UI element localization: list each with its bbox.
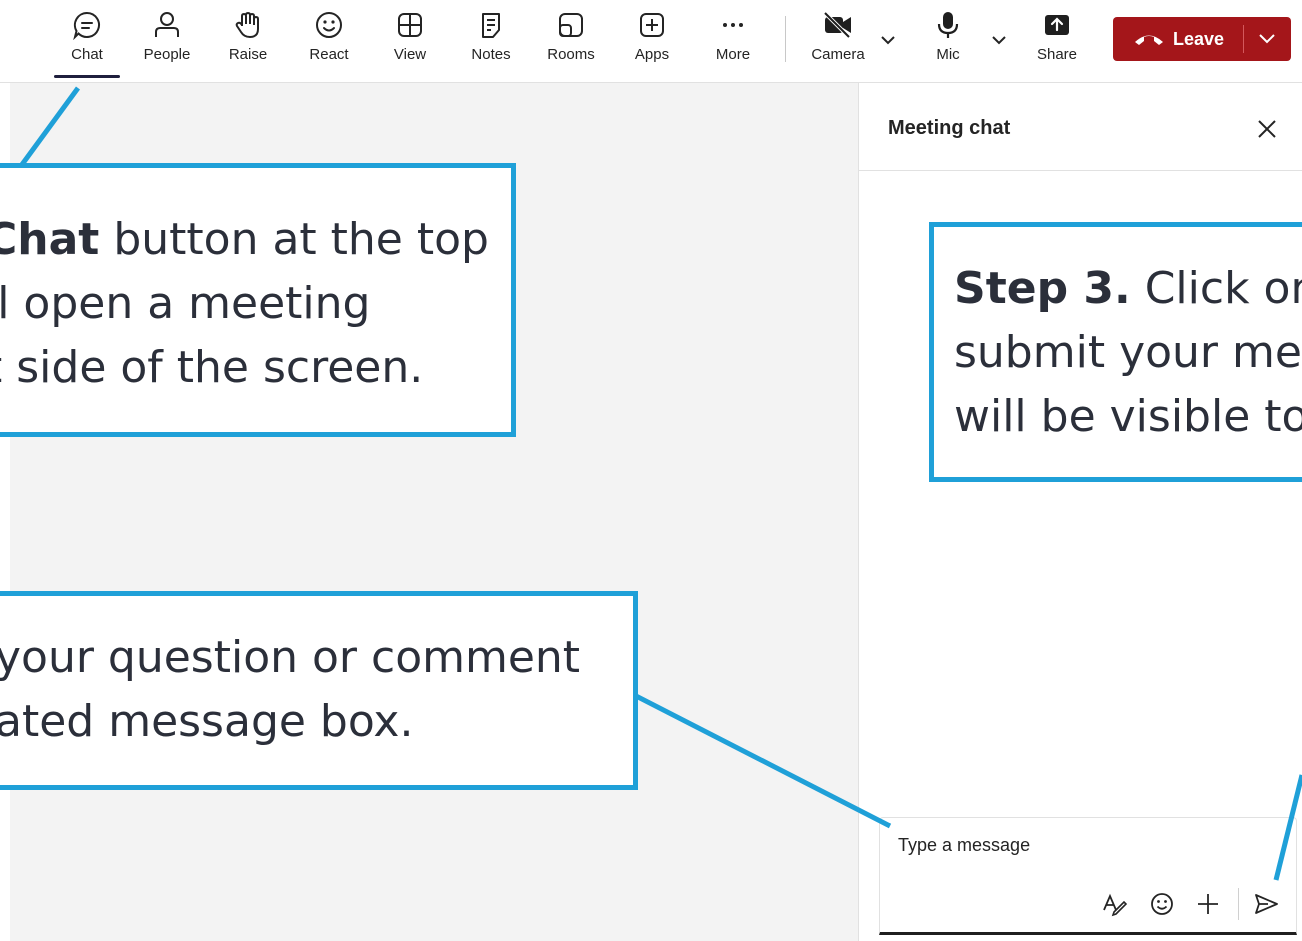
raise-label: Raise: [228, 46, 268, 63]
mic-options-chevron-icon[interactable]: [989, 30, 1009, 50]
hang-up-icon: [1135, 35, 1163, 45]
view-button[interactable]: View: [375, 10, 445, 72]
apps-label: Apps: [634, 46, 670, 63]
step1-line1: button at the top: [99, 214, 489, 265]
rooms-label: Rooms: [547, 46, 595, 63]
more-icon: [723, 23, 743, 27]
mic-label: Mic: [936, 46, 960, 63]
step3-callout: Step 3. Click on submit your me will be …: [929, 222, 1302, 482]
meeting-toolbar: Chat People Raise React View Notes Rooms…: [0, 0, 1302, 83]
step2-callout: your question or comment ated message bo…: [0, 591, 638, 790]
active-tab-indicator: [54, 75, 120, 78]
chat-button[interactable]: Chat: [52, 10, 122, 72]
smiley-icon: [316, 12, 342, 38]
chat-title: Meeting chat: [888, 117, 1011, 139]
view-label: View: [393, 46, 427, 63]
message-input[interactable]: [896, 834, 1280, 857]
camera-button[interactable]: Camera: [803, 10, 873, 72]
leave-options-button[interactable]: [1244, 17, 1291, 61]
rooms-icon: [559, 13, 583, 37]
add-attachment-icon[interactable]: [1194, 890, 1222, 918]
step2-line2: ated message box.: [0, 696, 414, 747]
step2-line1: your question or comment: [0, 632, 581, 683]
people-icon: [155, 12, 179, 37]
share-label: Share: [1036, 46, 1078, 63]
raise-hand-icon: [235, 12, 259, 38]
step3-bold: Step 3.: [954, 263, 1131, 314]
mic-button[interactable]: Mic: [913, 10, 983, 72]
react-button[interactable]: React: [294, 10, 364, 72]
chat-icon: [73, 11, 100, 40]
toolbar-divider: [785, 16, 786, 62]
apps-button[interactable]: Apps: [617, 10, 687, 72]
leave-main[interactable]: Leave: [1113, 17, 1243, 61]
camera-options-chevron-icon[interactable]: [878, 30, 898, 50]
chat-label: Chat: [71, 46, 103, 63]
people-label: People: [143, 46, 191, 63]
camera-off-icon: [823, 11, 851, 39]
meeting-chat-panel: Meeting chat: [858, 83, 1302, 941]
message-compose-box[interactable]: [879, 817, 1297, 935]
raise-hand-button[interactable]: Raise: [213, 10, 283, 72]
step3-line2: submit your me: [954, 327, 1302, 378]
send-icon[interactable]: [1252, 890, 1280, 918]
leave-button[interactable]: Leave: [1113, 17, 1291, 61]
chat-header: Meeting chat: [859, 83, 1302, 171]
chevron-down-icon: [1259, 34, 1275, 44]
grid-view-icon: [398, 13, 422, 37]
camera-label: Camera: [811, 46, 865, 63]
mic-icon: [937, 12, 959, 38]
step1-bold: Chat: [0, 214, 100, 265]
emoji-icon[interactable]: [1148, 890, 1176, 918]
notes-icon: [482, 13, 500, 38]
rooms-button[interactable]: Rooms: [536, 10, 606, 72]
notes-label: Notes: [471, 46, 511, 63]
step1-line3: t side of the screen.: [0, 342, 424, 393]
react-label: React: [309, 46, 349, 63]
leave-label: Leave: [1173, 29, 1225, 49]
share-screen-icon: [1045, 15, 1069, 35]
step1-callout: Chat button at the top ll open a meeting…: [0, 163, 516, 437]
step3-line1: Click on: [1130, 263, 1302, 314]
share-button[interactable]: Share: [1022, 10, 1092, 72]
notes-button[interactable]: Notes: [456, 10, 526, 72]
more-label: More: [715, 46, 751, 63]
compose-divider: [1238, 888, 1239, 920]
step3-line3: will be visible to: [954, 391, 1302, 442]
close-icon[interactable]: [1255, 117, 1279, 141]
format-text-icon[interactable]: [1100, 890, 1128, 918]
step1-line2: ll open a meeting: [0, 278, 371, 329]
add-app-icon: [640, 13, 664, 37]
more-button[interactable]: More: [698, 10, 768, 72]
people-button[interactable]: People: [132, 10, 202, 72]
